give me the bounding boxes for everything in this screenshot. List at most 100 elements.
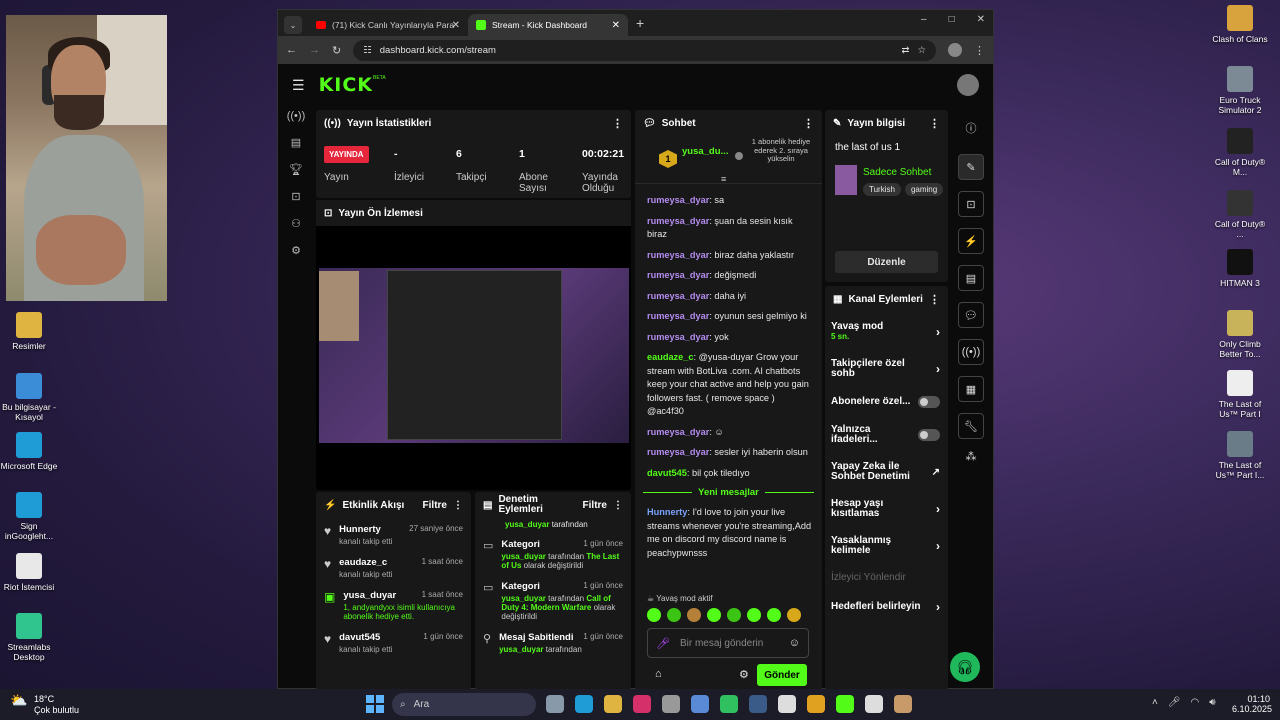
screen-icon[interactable]: ⊡: [291, 190, 300, 203]
screen-icon[interactable]: ⊡: [958, 191, 984, 217]
wifi-icon[interactable]: ◠: [1191, 697, 1200, 708]
activity-user[interactable]: yusa_duyar: [343, 590, 396, 601]
emote-icon[interactable]: [747, 608, 761, 622]
new-messages-divider[interactable]: Yeni mesajlar: [635, 487, 822, 498]
emote-icon[interactable]: [767, 608, 781, 622]
chevron-up-icon[interactable]: ˄: [1152, 697, 1158, 708]
weather-icon[interactable]: ⛅: [10, 692, 34, 716]
emote-icon[interactable]: [687, 608, 701, 622]
weather-desc[interactable]: Çok bulutlu: [34, 705, 79, 715]
document-icon[interactable]: ▤: [958, 265, 984, 291]
desktop-icon[interactable]: The Last of Us™ Part I...: [1211, 431, 1269, 480]
chat-username[interactable]: rumeysa_dyar: [647, 427, 709, 437]
filter-button[interactable]: Filtre: [423, 500, 447, 511]
apps-icon[interactable]: ⁂: [966, 450, 977, 463]
more-icon[interactable]: ⋮: [803, 117, 814, 130]
task-view-icon[interactable]: [546, 695, 564, 713]
desktop-icon[interactable]: The Last of Us™ Part I: [1211, 370, 1269, 419]
desktop-icon[interactable]: Resimler: [0, 312, 58, 351]
emoji-icon[interactable]: ☺: [789, 637, 800, 649]
desktop-icon[interactable]: Only Climb Better To...: [1211, 310, 1269, 359]
star-icon[interactable]: ☆: [917, 45, 926, 56]
tag[interactable]: gaming: [904, 183, 943, 196]
tag[interactable]: Turkish: [863, 183, 901, 196]
obs-icon[interactable]: [865, 695, 883, 713]
steam-icon[interactable]: [749, 695, 767, 713]
new-tab-button[interactable]: +: [636, 15, 644, 31]
desktop-icon[interactable]: Streamlabs Desktop: [0, 613, 58, 662]
chat-username[interactable]: eaudaze_c: [647, 352, 693, 362]
desktop-icon[interactable]: Call of Duty® M...: [1211, 128, 1269, 177]
pinned-leaderboard[interactable]: 1 yusa_du... 1 abonelik hediye ederek 2.…: [635, 136, 822, 184]
send-button[interactable]: Gönder: [757, 664, 807, 686]
site-info-icon[interactable]: ☷: [363, 45, 372, 56]
support-button[interactable]: 🎧︎: [950, 652, 980, 682]
close-icon[interactable]: ✕: [452, 20, 460, 31]
chat-username[interactable]: rumeysa_dyar: [647, 250, 709, 260]
chevron-right-icon[interactable]: ›: [936, 600, 940, 614]
gift-icon[interactable]: ⌂: [655, 668, 662, 680]
emote-icon[interactable]: [727, 608, 741, 622]
channel-action-row[interactable]: Yavaş mod 5 sn. ›: [831, 322, 940, 342]
chat-username[interactable]: rumeysa_dyar: [647, 332, 709, 342]
chevron-right-icon[interactable]: ›: [936, 539, 940, 553]
channel-action-row[interactable]: Yasaklanmış kelimele ›: [831, 536, 940, 556]
chat-username[interactable]: rumeysa_dyar: [647, 195, 709, 205]
emote-icon[interactable]: [707, 608, 721, 622]
profile-icon[interactable]: [948, 43, 962, 57]
close-window-button[interactable]: ✕: [977, 14, 985, 25]
forward-icon[interactable]: →: [309, 44, 320, 56]
reload-icon[interactable]: ↻: [332, 44, 341, 57]
activity-user[interactable]: Hunnerty: [339, 524, 381, 535]
chevron-right-icon[interactable]: ›: [936, 502, 940, 516]
edge-icon[interactable]: [575, 695, 593, 713]
channel-action-row[interactable]: Hedefleri belirleyin ›: [831, 600, 940, 614]
bolt-icon[interactable]: ⚡: [958, 228, 984, 254]
menu-icon[interactable]: ⋮: [974, 44, 985, 57]
desktop-icon[interactable]: Riot İstemcisi: [0, 553, 58, 592]
username-link[interactable]: yusa_duyar: [499, 645, 543, 654]
address-bar[interactable]: ☷ dashboard.kick.com/stream ⇄ ☆: [353, 39, 936, 61]
store-icon[interactable]: [691, 695, 709, 713]
community-icon[interactable]: ⚇: [291, 217, 301, 230]
username-link[interactable]: yusa_duyar: [501, 594, 545, 603]
username-link[interactable]: yusa_du...: [682, 146, 728, 157]
settings-icon[interactable]: ⚙: [739, 668, 749, 681]
username-link[interactable]: yusa_duyar: [501, 552, 545, 561]
channel-icon[interactable]: ▦: [958, 376, 984, 402]
broadcast-icon[interactable]: ((•)): [958, 339, 984, 365]
file-explorer-icon[interactable]: [604, 695, 622, 713]
stream-preview[interactable]: [319, 268, 629, 443]
more-icon[interactable]: ⋮: [453, 500, 463, 511]
avatar[interactable]: [957, 74, 979, 96]
volume-icon[interactable]: 🔊︎: [1209, 697, 1215, 708]
search-box[interactable]: ⌕ Ara: [392, 693, 536, 716]
trophy-icon[interactable]: 🏆︎: [289, 163, 303, 176]
toggle-switch[interactable]: [918, 396, 940, 408]
chat-username[interactable]: rumeysa_dyar: [647, 270, 709, 280]
toggle-switch[interactable]: [918, 429, 940, 441]
instagram-icon[interactable]: [633, 695, 651, 713]
desktop-icon[interactable]: HITMAN 3: [1211, 249, 1269, 288]
channel-action-row[interactable]: Hesap yaşı kısıtlamas ›: [831, 499, 940, 519]
username-link[interactable]: yusa_duyar: [505, 520, 549, 529]
edit-button[interactable]: Düzenle: [835, 251, 938, 273]
edit-icon[interactable]: ✎: [958, 154, 984, 180]
info-icon[interactable]: ⓘ: [966, 120, 977, 136]
desktop-icon[interactable]: Sign inGoogleht...: [0, 492, 58, 541]
minimize-button[interactable]: –: [921, 14, 927, 25]
live-icon[interactable]: ((•)): [287, 110, 306, 122]
channel-action-row[interactable]: Takipçilere özel sohb ›: [831, 359, 940, 379]
external-link-icon[interactable]: ↗: [932, 467, 940, 478]
chat-username[interactable]: rumeysa_dyar: [647, 311, 709, 321]
more-icon[interactable]: ⋮: [612, 117, 623, 130]
tab-kick-live[interactable]: (71) Kick Canlı Yayınlarıyla Para ✕: [308, 14, 468, 36]
weather-temp[interactable]: 18°C: [34, 694, 54, 704]
game-icon[interactable]: [894, 695, 912, 713]
mail-icon[interactable]: [662, 695, 680, 713]
emote-icon[interactable]: [667, 608, 681, 622]
chat-username[interactable]: rumeysa_dyar: [647, 291, 709, 301]
back-icon[interactable]: ←: [286, 44, 297, 56]
chat-input[interactable]: 🎤︎ Bir mesaj gönderin ☺: [647, 628, 809, 658]
more-icon[interactable]: ⋮: [929, 293, 940, 306]
